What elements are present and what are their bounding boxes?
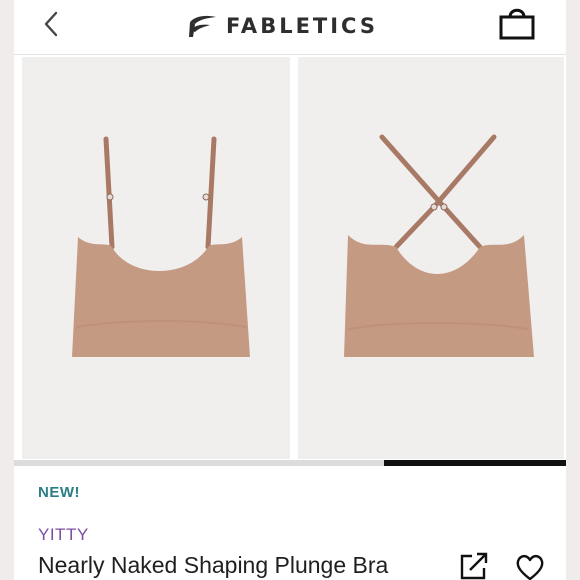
product-image-back[interactable] — [298, 57, 564, 459]
product-image-gallery[interactable] — [14, 55, 566, 460]
product-image-front[interactable] — [22, 57, 290, 459]
product-brand-link[interactable]: YITTY — [38, 525, 89, 545]
gallery-progress-indicator — [383, 460, 566, 466]
bra-back-image — [344, 134, 534, 357]
app-header: FABLETICS — [14, 0, 566, 55]
share-button[interactable] — [458, 551, 490, 580]
fabletics-logo-icon — [189, 15, 216, 37]
shopping-bag-icon — [499, 8, 535, 40]
app-frame: FABLETICS NEW! YITTY Nearly Naked Shapin… — [14, 0, 566, 580]
gallery-progress-bar — [14, 460, 566, 466]
shopping-bag-button[interactable] — [498, 6, 536, 40]
back-button[interactable] — [40, 10, 64, 40]
chevron-left-icon — [44, 11, 58, 37]
share-icon — [460, 552, 488, 580]
new-badge: NEW! — [38, 484, 80, 501]
bra-front-image — [72, 136, 250, 357]
product-title: Nearly Naked Shaping Plunge Bra — [38, 552, 389, 578]
favorite-button[interactable] — [514, 553, 546, 580]
brand-logo[interactable]: FABLETICS — [186, 10, 378, 42]
brand-name: FABLETICS — [226, 14, 378, 38]
heart-icon — [516, 554, 544, 580]
